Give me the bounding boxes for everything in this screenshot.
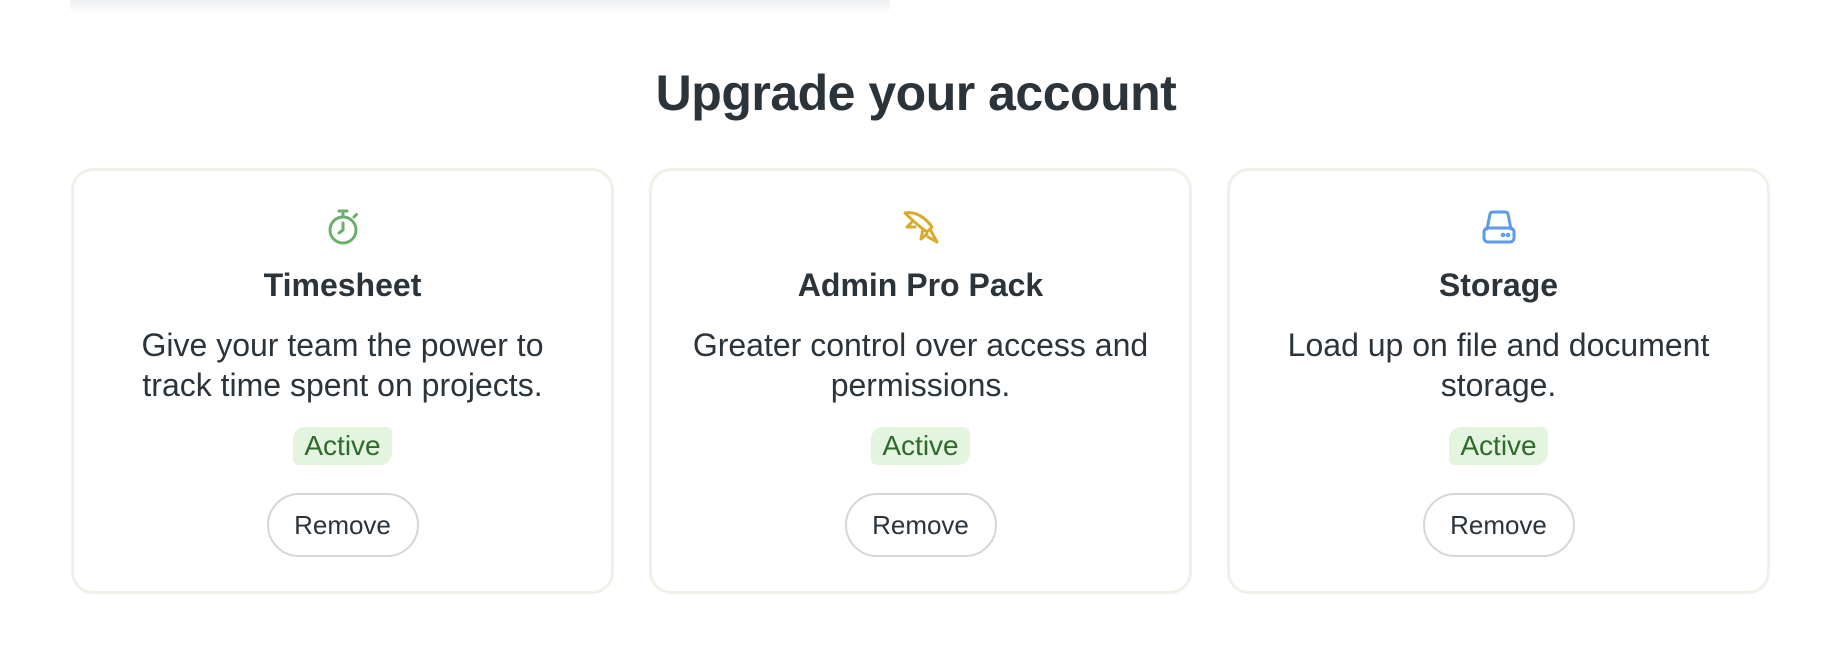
addon-title: Timesheet bbox=[263, 267, 422, 303]
status-badge: Active bbox=[1449, 427, 1548, 465]
addon-description: Give your team the power to track time s… bbox=[141, 327, 544, 403]
page-title: Upgrade your account bbox=[655, 65, 1177, 121]
addon-title: Storage bbox=[1438, 267, 1559, 303]
stopwatch-icon bbox=[321, 205, 365, 249]
addon-description: Greater control over access and permissi… bbox=[692, 327, 1149, 403]
rocket-icon bbox=[899, 205, 943, 249]
scroll-fade bbox=[70, 0, 890, 16]
addon-title: Admin Pro Pack bbox=[797, 267, 1044, 303]
addon-description: Load up on file and document storage. bbox=[1287, 327, 1710, 403]
remove-button[interactable]: Remove bbox=[844, 493, 997, 557]
addon-cards: Timesheet Give your team the power to tr… bbox=[71, 168, 1770, 594]
remove-button[interactable]: Remove bbox=[1422, 493, 1575, 557]
addon-card-timesheet: Timesheet Give your team the power to tr… bbox=[71, 168, 614, 594]
addon-card-storage: Storage Load up on file and document sto… bbox=[1227, 168, 1770, 594]
status-badge: Active bbox=[871, 427, 970, 465]
hard-drive-icon bbox=[1477, 205, 1521, 249]
status-badge: Active bbox=[293, 427, 392, 465]
addon-card-admin-pro-pack: Admin Pro Pack Greater control over acce… bbox=[649, 168, 1192, 594]
remove-button[interactable]: Remove bbox=[266, 493, 419, 557]
